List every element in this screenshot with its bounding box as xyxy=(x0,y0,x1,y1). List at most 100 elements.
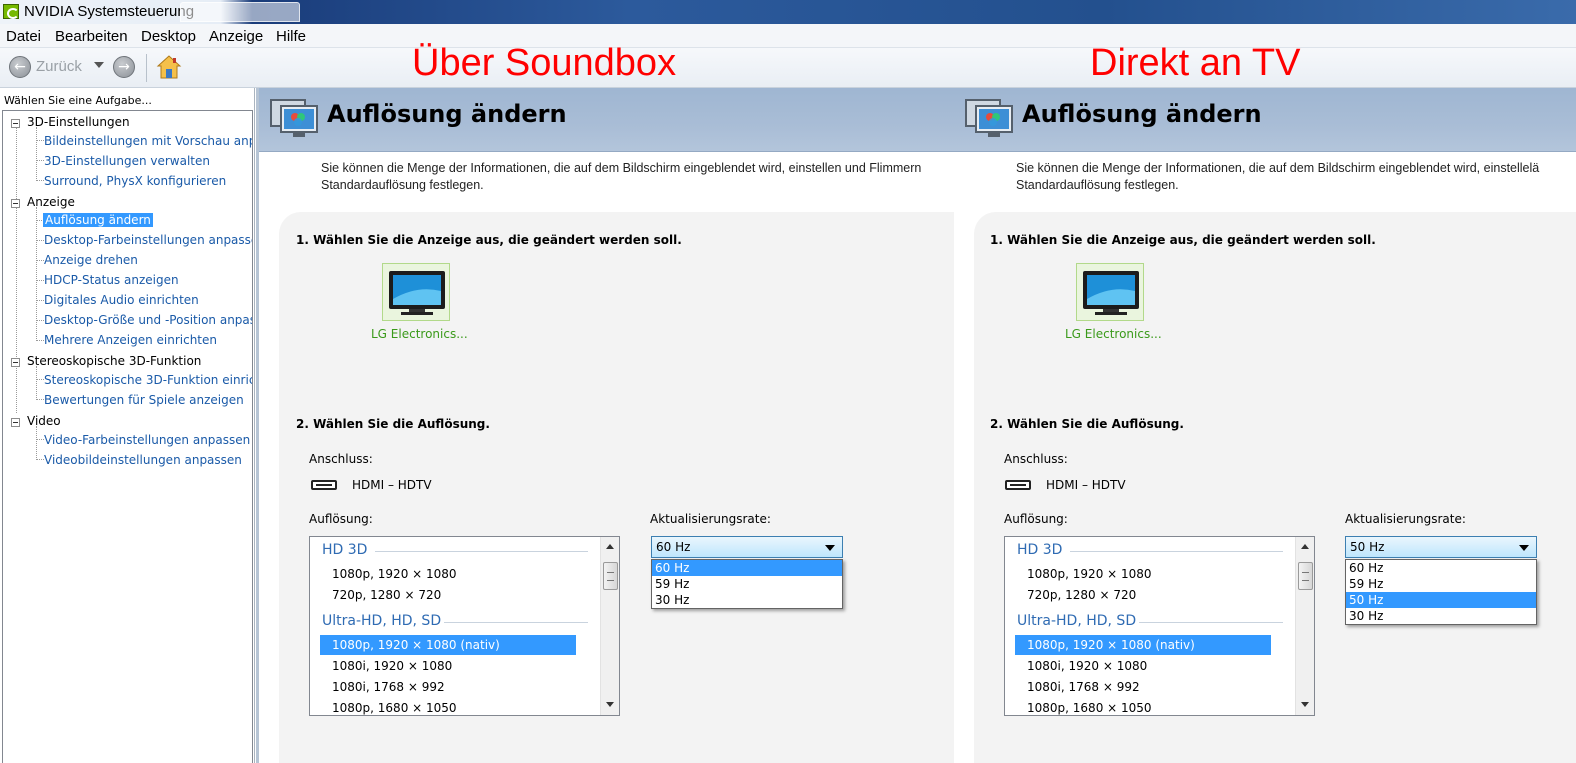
collapse-icon[interactable] xyxy=(11,199,20,208)
tree-line xyxy=(36,320,44,321)
tree-category-anzeige[interactable]: Anzeige xyxy=(27,195,75,209)
tree-item-digitales-audio[interactable]: Digitales Audio einrichten xyxy=(44,293,199,307)
menu-anzeige[interactable]: Anzeige xyxy=(209,28,263,45)
tree-line xyxy=(16,125,17,413)
scroll-up-icon[interactable] xyxy=(606,544,614,549)
resolution-list[interactable]: HD 3D 1080p, 1920 × 1080 720p, 1280 × 72… xyxy=(1004,536,1315,716)
refresh-option[interactable]: 30 Hz xyxy=(652,592,842,608)
connection-value: HDMI – HDTV xyxy=(352,478,432,492)
resolution-option[interactable]: 720p, 1280 × 720 xyxy=(1015,585,1271,605)
tree-item-stereo-einrichten[interactable]: Stereoskopische 3D-Funktion einrich xyxy=(44,373,252,387)
chevron-down-icon xyxy=(825,545,835,551)
resolution-option-selected[interactable]: 1080p, 1920 × 1080 (nativ) xyxy=(1015,635,1271,655)
scroll-down-icon[interactable] xyxy=(606,702,614,707)
tree-line xyxy=(36,366,37,400)
description-line-2: Standardauflösung festlegen. xyxy=(1016,178,1179,192)
menu-bearbeiten[interactable]: Bearbeiten xyxy=(55,28,128,45)
title-bar: NVIDIA Systemsteuerung xyxy=(0,0,1576,24)
refresh-option[interactable]: 30 Hz xyxy=(1346,608,1536,624)
refresh-option[interactable]: 59 Hz xyxy=(652,576,842,592)
refresh-rate-label: Aktualisierungsrate: xyxy=(1345,512,1466,526)
resolution-option[interactable]: 1080i, 1920 × 1080 xyxy=(1015,656,1271,676)
resolution-scrollbar[interactable] xyxy=(600,537,619,715)
page-description: Sie können die Menge der Informationen, … xyxy=(1016,160,1576,194)
back-arrow-icon[interactable]: ← xyxy=(9,56,31,78)
tree-line xyxy=(36,300,44,301)
scroll-thumb[interactable] xyxy=(603,562,618,590)
resolution-option[interactable]: 1080p, 1680 × 1050 xyxy=(320,698,576,715)
annotation-left: Über Soundbox xyxy=(412,42,677,84)
display-tile[interactable] xyxy=(1076,263,1144,321)
refresh-rate-label: Aktualisierungsrate: xyxy=(650,512,771,526)
resolution-option[interactable]: 1080p, 1680 × 1050 xyxy=(1015,698,1271,715)
description-line-1: Sie können die Menge der Informationen, … xyxy=(1016,161,1540,175)
tree-item-aufloesung-aendern[interactable]: Auflösung ändern xyxy=(43,213,153,227)
annotation-right: Direkt an TV xyxy=(1090,42,1301,84)
description-line-1: Sie können die Menge der Informationen, … xyxy=(321,161,922,175)
tree-item-desktop-groesse[interactable]: Desktop-Größe und -Position anpass xyxy=(44,313,252,327)
tree-item-surround-physx[interactable]: Surround, PhysX konfigurieren xyxy=(44,174,226,188)
resolution-option[interactable]: 1080i, 1768 × 992 xyxy=(1015,677,1271,697)
menu-desktop[interactable]: Desktop xyxy=(141,28,196,45)
resolution-option[interactable]: 720p, 1280 × 720 xyxy=(320,585,576,605)
scroll-up-icon[interactable] xyxy=(1301,544,1309,549)
tree-item-video-farbeinstellungen[interactable]: Video-Farbeinstellungen anpassen xyxy=(44,433,250,447)
refresh-rate-dropdown[interactable]: 60 Hz xyxy=(651,536,843,558)
tree-item-bewertungen-spiele[interactable]: Bewertungen für Spiele anzeigen xyxy=(44,393,244,407)
tree-category-video[interactable]: Video xyxy=(27,414,61,428)
resolution-group-uhd: Ultra-HD, HD, SD xyxy=(1017,613,1137,629)
refresh-rate-options: 60 Hz 59 Hz 30 Hz xyxy=(651,559,843,609)
resolution-option[interactable]: 1080p, 1920 × 1080 xyxy=(1015,564,1271,584)
scroll-down-icon[interactable] xyxy=(1301,702,1309,707)
tree-line xyxy=(36,240,44,241)
back-button-label[interactable]: Zurück xyxy=(36,58,82,75)
step-2-heading: 2. Wählen Sie die Auflösung. xyxy=(990,417,1184,431)
resolution-group-uhd: Ultra-HD, HD, SD xyxy=(322,613,442,629)
resolution-scrollbar[interactable] xyxy=(1295,537,1314,715)
menu-hilfe[interactable]: Hilfe xyxy=(276,28,306,45)
refresh-option[interactable]: 59 Hz xyxy=(1346,576,1536,592)
resolution-group-hd3d: HD 3D xyxy=(1017,542,1063,558)
collapse-icon[interactable] xyxy=(11,119,20,128)
tree-item-hdcp-status[interactable]: HDCP-Status anzeigen xyxy=(44,273,179,287)
tree-item-videobildeinstellungen[interactable]: Videobildeinstellungen anpassen xyxy=(44,453,242,467)
group-divider xyxy=(375,551,588,552)
toolbar-separator xyxy=(146,54,147,82)
tree-line xyxy=(36,426,37,460)
group-divider xyxy=(444,622,588,623)
resolution-option[interactable]: 1080p, 1920 × 1080 xyxy=(320,564,576,584)
collapse-icon[interactable] xyxy=(11,418,20,427)
tree-line xyxy=(36,379,44,380)
refresh-option-selected[interactable]: 50 Hz xyxy=(1346,592,1536,608)
refresh-rate-dropdown[interactable]: 50 Hz xyxy=(1345,536,1537,558)
resolution-label: Auflösung: xyxy=(309,512,373,526)
page-title: Auflösung ändern xyxy=(1022,100,1262,128)
resolution-list[interactable]: HD 3D 1080p, 1920 × 1080 720p, 1280 × 72… xyxy=(309,536,620,716)
tree-item-anzeige-drehen[interactable]: Anzeige drehen xyxy=(44,253,138,267)
display-name[interactable]: LG Electronics... xyxy=(1065,327,1162,341)
tree-category-3d-einstellungen[interactable]: 3D-Einstellungen xyxy=(27,115,130,129)
resolution-option-selected[interactable]: 1080p, 1920 × 1080 (nativ) xyxy=(320,635,576,655)
display-settings-icon xyxy=(270,99,318,137)
tree-line xyxy=(36,459,44,460)
display-name[interactable]: LG Electronics... xyxy=(371,327,468,341)
home-icon[interactable] xyxy=(156,54,182,80)
tree-item-3d-einstellungen-verwalten[interactable]: 3D-Einstellungen verwalten xyxy=(44,154,210,168)
refresh-option[interactable]: 60 Hz xyxy=(1346,560,1536,576)
tree-item-mehrere-anzeigen[interactable]: Mehrere Anzeigen einrichten xyxy=(44,333,217,347)
display-tile[interactable] xyxy=(382,263,450,321)
chevron-down-icon xyxy=(1519,545,1529,551)
refresh-rate-value: 60 Hz xyxy=(656,540,691,554)
collapse-icon[interactable] xyxy=(11,358,20,367)
refresh-option-selected[interactable]: 60 Hz xyxy=(652,560,842,576)
tree-category-stereoskopisch[interactable]: Stereoskopische 3D-Funktion xyxy=(27,354,201,368)
resolution-option[interactable]: 1080i, 1920 × 1080 xyxy=(320,656,576,676)
history-dropdown-icon[interactable] xyxy=(94,62,104,68)
scroll-thumb[interactable] xyxy=(1298,562,1313,590)
menu-datei[interactable]: Datei xyxy=(6,28,41,45)
forward-arrow-icon[interactable]: → xyxy=(113,56,135,78)
tree-item-bildeinstellungen[interactable]: Bildeinstellungen mit Vorschau anpa xyxy=(44,134,252,148)
tree-item-desktop-farbeinstellungen[interactable]: Desktop-Farbeinstellungen anpasser xyxy=(44,233,252,247)
resolution-option[interactable]: 1080i, 1768 × 992 xyxy=(320,677,576,697)
tree-line xyxy=(36,260,44,261)
